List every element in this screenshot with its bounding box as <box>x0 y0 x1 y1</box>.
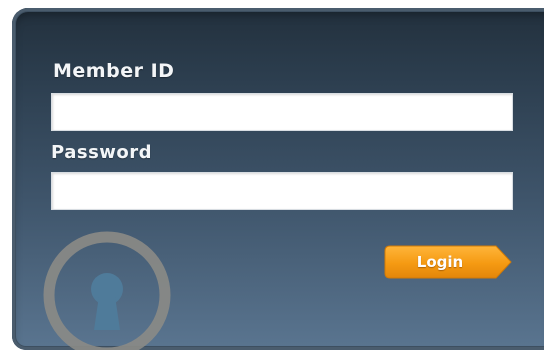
login-panel: Member ID Password Login <box>12 8 544 350</box>
login-button-label: Login <box>416 253 464 271</box>
password-input[interactable] <box>51 172 513 210</box>
keyhole-icon <box>43 231 171 350</box>
member-id-input[interactable] <box>51 93 513 131</box>
password-label: Password <box>51 142 153 163</box>
login-button[interactable]: Login <box>384 245 512 279</box>
member-id-label: Member ID <box>53 60 175 82</box>
login-window: Member ID Password Login <box>0 0 544 355</box>
